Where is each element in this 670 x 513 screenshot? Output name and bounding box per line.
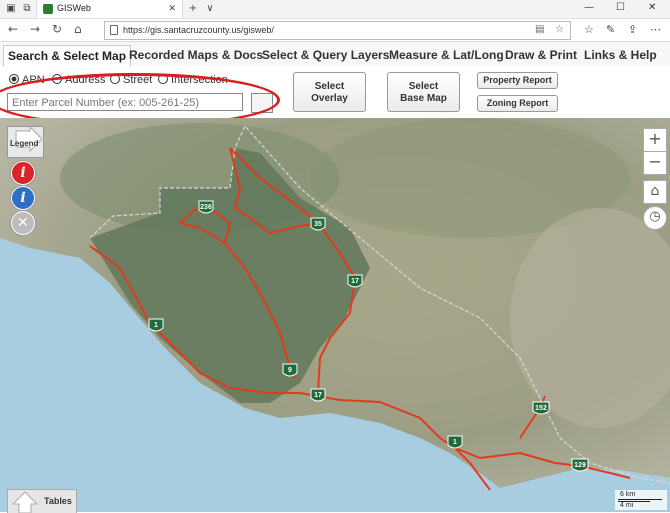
tab-close-icon[interactable]: ✕ — [168, 3, 176, 14]
legend-label: Legend — [10, 139, 39, 148]
notes-icon[interactable]: ✎ — [606, 23, 615, 36]
home-icon[interactable]: ⌂ — [74, 22, 82, 36]
gisweb-favicon-icon — [43, 4, 53, 14]
property-report-button[interactable]: Property Report — [477, 72, 558, 89]
shield-236-label: 236 — [200, 204, 212, 211]
url-text: https://gis.santacruzcounty.us/gisweb/ — [123, 25, 274, 35]
tab-list-button[interactable]: ∨ — [203, 2, 217, 16]
locate-icon[interactable]: ◷ — [643, 206, 667, 230]
zoom-in-button[interactable]: + — [643, 128, 667, 152]
favorite-star-icon[interactable]: ☆ — [555, 24, 564, 35]
tab-search-select-map[interactable]: Search & Select Map — [3, 45, 132, 66]
shield-17-south: 17 — [310, 388, 326, 402]
tab-actions-icon[interactable]: ▣ — [4, 2, 18, 16]
scale-km-bar: 6 km — [618, 491, 662, 500]
shield-236: 236 — [198, 200, 214, 214]
select-overlay-line2: Overlay — [311, 93, 348, 104]
shield-35: 35 — [310, 217, 326, 231]
tab-measure-lat-long[interactable]: Measure & Lat/Long — [385, 45, 508, 65]
app-menu-bar: Search & Select Map Recorded Maps & Docs… — [0, 42, 670, 67]
back-icon[interactable]: ← — [8, 22, 18, 36]
tables-button[interactable]: Tables — [7, 489, 77, 513]
shield-152-label: 152 — [535, 405, 547, 412]
shield-17-south-label: 17 — [314, 392, 322, 399]
new-tab-button[interactable]: + — [186, 2, 200, 16]
identify-blue-icon[interactable]: i — [11, 186, 35, 210]
zoom-out-button[interactable]: − — [643, 151, 667, 175]
shield-1-east-label: 1 — [453, 439, 457, 446]
minimize-icon[interactable]: — — [584, 2, 594, 13]
select-overlay-line1: Select — [314, 81, 345, 92]
url-field[interactable]: https://gis.santacruzcounty.us/gisweb/ ▤… — [104, 21, 571, 40]
shield-152: 152 — [532, 401, 550, 415]
tables-arrow-icon — [11, 491, 39, 513]
forward-icon[interactable]: → — [30, 22, 40, 36]
shield-9: 9 — [282, 363, 298, 377]
search-panel: APN Address Street Intersection Enter Pa… — [0, 66, 670, 127]
select-overlay-button[interactable]: Select Overlay — [293, 72, 366, 112]
identify-red-icon[interactable]: i — [11, 161, 35, 185]
clear-icon[interactable]: ✕ — [11, 211, 35, 235]
scale-bar: 6 km 4 mi — [615, 490, 667, 510]
select-basemap-button[interactable]: Select Base Map — [387, 72, 460, 112]
share-icon[interactable]: ⇪ — [628, 23, 637, 36]
address-bar-row: ← → ↻ ⌂ https://gis.santacruzcounty.us/g… — [0, 19, 670, 42]
tab-select-query-layers[interactable]: Select & Query Layers — [258, 45, 393, 65]
map-canvas[interactable]: 236 35 17 1 9 17 152 1 129 — [0, 118, 670, 512]
scale-mi-bar: 4 mi — [618, 501, 650, 509]
zoning-report-button[interactable]: Zoning Report — [477, 95, 558, 112]
tables-label: Tables — [44, 496, 72, 506]
radio-apn-dot — [9, 74, 19, 84]
more-icon[interactable]: ⋯ — [650, 23, 661, 36]
select-basemap-line1: Select — [408, 81, 439, 92]
browser-titlebar: ▣ ⧉ GISWeb ✕ + ∨ — ☐ ✕ — [0, 0, 670, 19]
home-extent-icon[interactable]: ⌂ — [643, 180, 667, 204]
tab-recorded-maps-docs[interactable]: Recorded Maps & Docs — [125, 45, 267, 65]
tab-links-help[interactable]: Links & Help — [580, 45, 661, 65]
browser-tab[interactable]: GISWeb ✕ — [36, 0, 183, 18]
map-view[interactable]: 236 35 17 1 9 17 152 1 129 — [0, 118, 670, 512]
refresh-icon[interactable]: ↻ — [52, 22, 62, 36]
shield-17-north-label: 17 — [351, 278, 359, 285]
shield-17-north: 17 — [347, 274, 363, 288]
reading-view-icon[interactable]: ▤ — [535, 24, 544, 35]
maximize-icon[interactable]: ☐ — [616, 2, 625, 13]
shield-1-west-label: 1 — [154, 322, 158, 329]
tab-title: GISWeb — [57, 3, 91, 13]
lock-icon — [110, 25, 118, 35]
shield-1-east: 1 — [447, 435, 463, 449]
shield-35-label: 35 — [314, 221, 322, 228]
tab-draw-print[interactable]: Draw & Print — [501, 45, 581, 65]
close-window-icon[interactable]: ✕ — [648, 2, 656, 13]
shield-129-label: 129 — [574, 462, 586, 469]
select-basemap-line2: Base Map — [400, 93, 447, 104]
legend-button[interactable]: Legend — [7, 126, 44, 158]
shield-129: 129 — [571, 458, 589, 472]
favorites-icon[interactable]: ☆ — [584, 23, 594, 36]
tabs-set-aside-icon[interactable]: ⧉ — [20, 2, 34, 16]
shield-1-west: 1 — [148, 318, 164, 332]
scale-km-label: 6 km — [620, 491, 636, 498]
scale-mi-label: 4 mi — [620, 502, 634, 509]
shield-9-label: 9 — [288, 367, 292, 374]
